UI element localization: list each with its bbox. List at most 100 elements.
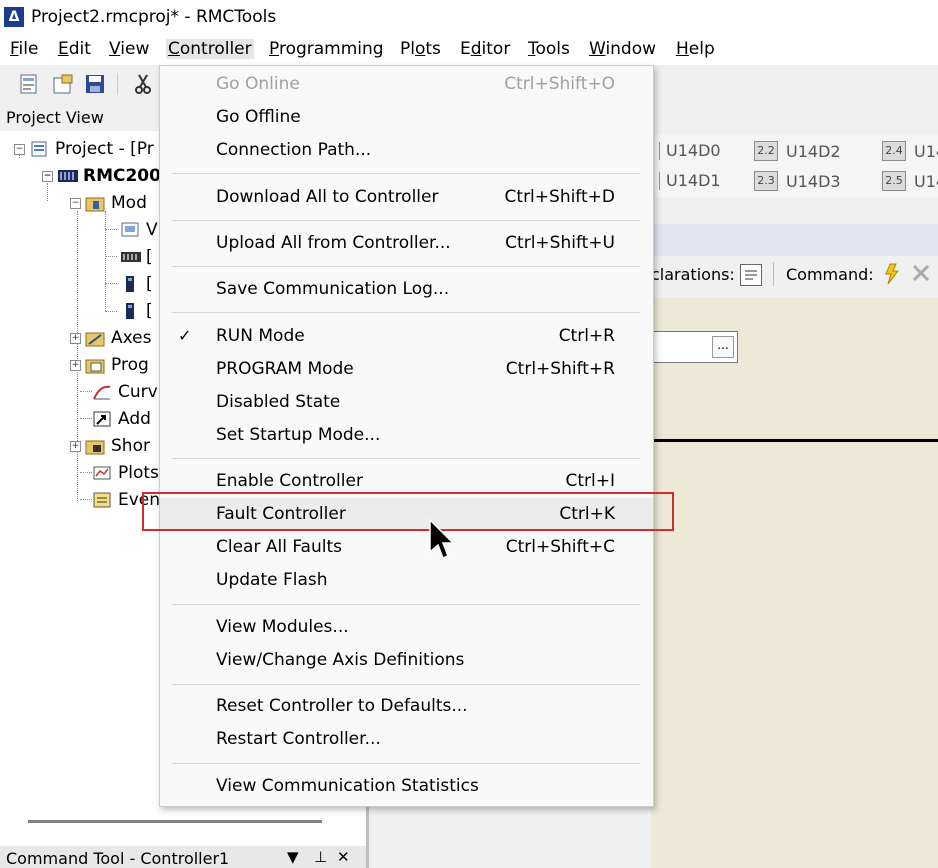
- tree-item-add[interactable]: Add: [92, 409, 151, 429]
- events-icon: [92, 491, 112, 509]
- expand-icon[interactable]: +: [70, 440, 81, 452]
- app-logo-icon: Δ: [4, 7, 24, 27]
- window-title: Project2.rmcproj* - RMCTools: [31, 7, 277, 27]
- menu-item-clear-all-faults[interactable]: Clear All Faults Ctrl+Shift+C: [160, 531, 653, 564]
- tree-item-shortcuts[interactable]: + Shor: [70, 436, 150, 456]
- menu-separator: [172, 458, 640, 459]
- tree-item-module[interactable]: [: [120, 247, 153, 267]
- module-card-icon: [120, 275, 140, 293]
- menu-item-label: Enable Controller: [216, 471, 363, 491]
- command-label: Command:: [786, 265, 874, 284]
- pin-icon[interactable]: ⊥: [314, 848, 327, 866]
- command-clear-icon[interactable]: [910, 262, 934, 290]
- io-cell: 2.3 U14D3: [754, 171, 841, 191]
- tree-item-label: V: [146, 220, 158, 240]
- menu-controller[interactable]: Controller: [166, 39, 254, 59]
- tree-item-label: Plots: [118, 463, 159, 483]
- menu-item-set-startup-mode[interactable]: Set Startup Mode...: [160, 419, 653, 452]
- collapse-icon[interactable]: −: [14, 143, 25, 155]
- editor-area[interactable]: [651, 298, 938, 868]
- tree-item-curves[interactable]: Curv: [92, 382, 158, 402]
- pane-dropdown-icon[interactable]: ▼: [287, 848, 299, 866]
- tree-item-label: Axes: [111, 328, 152, 348]
- expand-icon[interactable]: +: [70, 332, 81, 344]
- editor-tab-strip: [651, 224, 938, 256]
- menu-view[interactable]: View: [107, 39, 151, 59]
- menu-item-connection-path[interactable]: Connection Path...: [160, 134, 653, 167]
- io-cell: U14D1: [659, 171, 721, 190]
- cut-icon[interactable]: [132, 73, 154, 95]
- new-project-icon[interactable]: [18, 73, 40, 95]
- menu-separator: [172, 173, 640, 174]
- add-icon: [92, 410, 112, 428]
- menu-item-shortcut: Ctrl+Shift+C: [505, 537, 615, 557]
- menu-item-restart-controller[interactable]: Restart Controller...: [160, 723, 653, 756]
- menu-edit[interactable]: Edit: [56, 39, 93, 59]
- tree-item-module[interactable]: V: [120, 220, 158, 240]
- menu-item-shortcut: Ctrl+I: [565, 471, 615, 491]
- menu-item-label: Save Communication Log...: [216, 279, 450, 299]
- menu-item-disabled-state[interactable]: Disabled State: [160, 386, 653, 419]
- io-label: U14D0: [666, 141, 721, 160]
- command-run-icon[interactable]: [880, 262, 904, 290]
- tree-item-axes[interactable]: + Axes: [70, 328, 151, 348]
- controller-icon: [57, 167, 78, 185]
- collapse-icon[interactable]: −: [70, 197, 81, 209]
- module-rack-icon: [120, 248, 141, 266]
- modules-folder-icon: [85, 194, 105, 212]
- save-icon[interactable]: [84, 73, 106, 95]
- menu-separator: [172, 604, 640, 605]
- menu-item-label: View/Change Axis Definitions: [216, 650, 465, 670]
- menu-item-go-online[interactable]: Go Online Ctrl+Shift+O: [160, 68, 653, 101]
- tree-item-label: Project - [Pr: [55, 139, 154, 159]
- menu-editor[interactable]: Editor: [458, 39, 512, 59]
- menu-plots[interactable]: Plots: [398, 39, 443, 59]
- tree-item-programs[interactable]: + Prog: [70, 355, 149, 375]
- menu-file[interactable]: File: [8, 39, 40, 59]
- menu-item-axis-definitions[interactable]: View/Change Axis Definitions: [160, 644, 653, 677]
- menu-item-label: Disabled State: [216, 392, 341, 412]
- menu-item-upload-all[interactable]: Upload All from Controller... Ctrl+Shift+…: [160, 227, 653, 260]
- open-project-icon[interactable]: [52, 73, 74, 95]
- menu-item-download-all[interactable]: Download All to Controller Ctrl+Shift+D: [160, 181, 653, 214]
- axes-icon: [85, 329, 105, 347]
- tree-item-label: Add: [118, 409, 151, 429]
- io-box: 2.4: [882, 141, 906, 161]
- tree-item-modules[interactable]: − Mod: [70, 193, 147, 213]
- declarations-icon[interactable]: [740, 264, 762, 286]
- menu-item-label: Clear All Faults: [216, 537, 342, 557]
- menu-window[interactable]: Window: [587, 39, 658, 59]
- menu-item-label: View Modules...: [216, 617, 349, 637]
- tree-item-plots[interactable]: Plots: [92, 463, 159, 483]
- ellipsis-button[interactable]: ...: [712, 336, 734, 358]
- close-icon[interactable]: ✕: [337, 848, 350, 866]
- shortcuts-icon: [85, 437, 105, 455]
- menu-item-save-comm-log[interactable]: Save Communication Log...: [160, 273, 653, 306]
- io-label: U14D2: [786, 141, 841, 161]
- menu-help[interactable]: Help: [674, 39, 717, 59]
- menu-programming[interactable]: Programming: [267, 39, 386, 59]
- menu-item-label: Go Offline: [216, 107, 301, 127]
- io-cell: 2.4 U14: [882, 141, 938, 161]
- menu-item-go-offline[interactable]: Go Offline: [160, 101, 653, 134]
- menu-tools[interactable]: Tools: [526, 39, 572, 59]
- checkmark-icon: ✓: [178, 326, 192, 345]
- menu-item-comm-statistics[interactable]: View Communication Statistics: [160, 770, 653, 803]
- menu-item-run-mode[interactable]: ✓ RUN Mode Ctrl+R: [160, 320, 653, 353]
- tree-item-module[interactable]: [: [120, 301, 153, 321]
- declarations-label: clarations:: [651, 265, 735, 284]
- tree-item-project[interactable]: − Project - [Pr: [14, 139, 154, 159]
- tree-item-module[interactable]: [: [120, 274, 153, 294]
- menu-item-reset-defaults[interactable]: Reset Controller to Defaults...: [160, 690, 653, 723]
- expand-icon[interactable]: +: [70, 359, 81, 371]
- menu-item-view-modules[interactable]: View Modules...: [160, 611, 653, 644]
- tree-item-label: Mod: [111, 193, 147, 213]
- module-icon: [120, 221, 140, 239]
- horizontal-scrollbar[interactable]: [28, 820, 322, 823]
- menu-item-program-mode[interactable]: PROGRAM Mode Ctrl+Shift+R: [160, 353, 653, 386]
- toolbar-divider: [773, 262, 774, 286]
- tree-item-controller[interactable]: − RMC200: [42, 166, 161, 186]
- menu-item-shortcut: Ctrl+Shift+O: [504, 74, 615, 94]
- collapse-icon[interactable]: −: [42, 170, 53, 182]
- menu-item-update-flash[interactable]: Update Flash: [160, 564, 653, 597]
